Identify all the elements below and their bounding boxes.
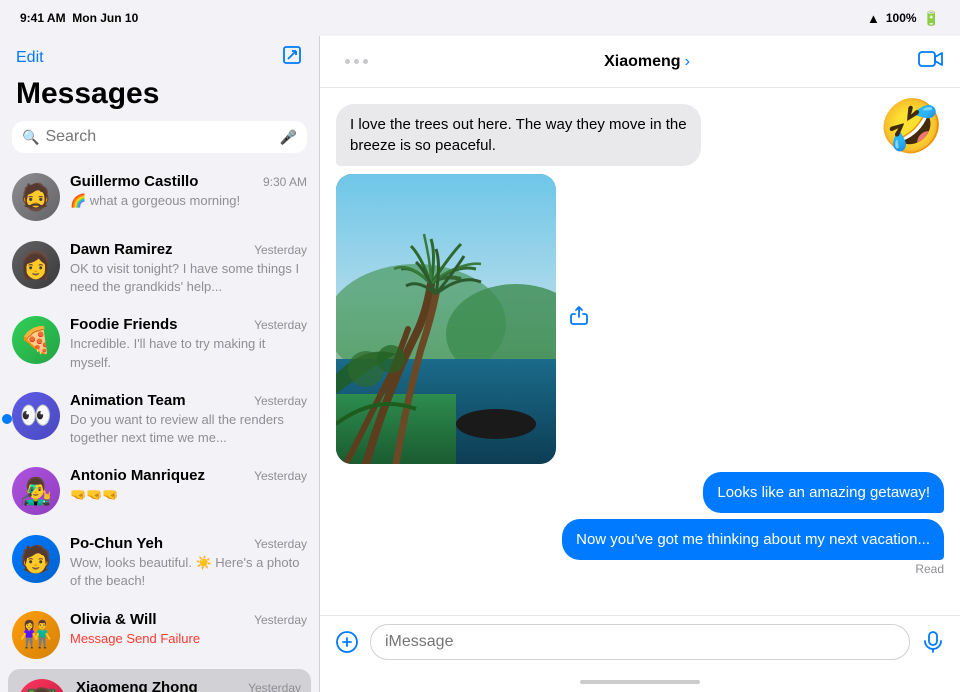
conv-time: Yesterday <box>254 318 307 332</box>
video-call-button[interactable] <box>918 49 944 75</box>
message-image-container <box>336 174 556 464</box>
conv-name: Xiaomeng Zhong <box>76 679 198 692</box>
conv-preview: 🌈 what a gorgeous morning! <box>70 192 307 210</box>
conv-name: Guillermo Castillo <box>70 173 198 190</box>
conv-preview: 🤜🤜🤜 <box>70 486 307 504</box>
conv-content: Foodie Friends Yesterday Incredible. I'l… <box>70 316 307 371</box>
conv-content: Guillermo Castillo 9:30 AM 🌈 what a gorg… <box>70 173 307 210</box>
avatar: 🧔 <box>12 173 60 221</box>
message-bubble: Looks like an amazing getaway! <box>703 472 944 513</box>
home-indicator <box>320 672 960 692</box>
list-item[interactable]: 👩 Dawn Ramirez Yesterday OK to visit ton… <box>0 231 319 306</box>
conv-name: Po-Chun Yeh <box>70 535 163 552</box>
conv-preview: OK to visit tonight? I have some things … <box>70 260 307 296</box>
sidebar: Edit Messages 🔍 🎤 🧔 <box>0 36 320 692</box>
message-input[interactable] <box>370 624 910 660</box>
conv-content: Olivia & Will Yesterday Message Send Fai… <box>70 611 307 648</box>
conv-name: Antonio Manriquez <box>70 467 205 484</box>
conversation-list: 🧔 Guillermo Castillo 9:30 AM 🌈 what a go… <box>0 163 319 692</box>
add-attachment-button[interactable] <box>332 627 362 657</box>
message-bubble: I love the trees out here. The way they … <box>336 104 701 166</box>
conv-time: Yesterday <box>254 243 307 257</box>
conv-preview: Incredible. I'll have to try making it m… <box>70 335 307 371</box>
battery-level: 100% <box>886 11 917 25</box>
conv-preview: Do you want to review all the renders to… <box>70 411 307 447</box>
header-dot <box>354 59 359 64</box>
list-item[interactable]: 👫 Olivia & Will Yesterday Message Send F… <box>0 601 319 669</box>
sidebar-header: Edit <box>0 36 319 75</box>
reaction-emoji: 🤣 <box>879 96 944 157</box>
status-time: 9:41 AM Mon Jun 10 <box>20 11 138 25</box>
compose-button[interactable] <box>281 44 303 71</box>
list-item-active[interactable]: 👩‍💻 Xiaomeng Zhong Yesterday Now you've … <box>8 669 311 692</box>
conv-preview: Message Send Failure <box>70 630 307 648</box>
conv-time: Yesterday <box>254 394 307 408</box>
conv-preview: Wow, looks beautiful. ☀️ Here's a photo … <box>70 554 307 590</box>
search-bar[interactable]: 🔍 🎤 <box>12 121 307 153</box>
header-dot <box>345 59 350 64</box>
chat-messages: 🤣 I love the trees out here. The way the… <box>320 88 960 615</box>
conv-content: Animation Team Yesterday Do you want to … <box>70 392 307 447</box>
conv-time: 9:30 AM <box>263 175 307 189</box>
list-item[interactable]: 🍕 Foodie Friends Yesterday Incredible. I… <box>0 306 319 381</box>
avatar: 👀 <box>12 392 60 440</box>
message-sent: Looks like an amazing getaway! <box>703 472 944 513</box>
conv-content: Xiaomeng Zhong Yesterday Now you've got … <box>76 679 301 692</box>
conv-content: Po-Chun Yeh Yesterday Wow, looks beautif… <box>70 535 307 590</box>
message-received: I love the trees out here. The way they … <box>336 104 701 166</box>
conv-time: Yesterday <box>254 469 307 483</box>
conv-time: Yesterday <box>248 681 301 692</box>
avatar: 👩 <box>12 241 60 289</box>
avatar: 🧑 <box>12 535 60 583</box>
unread-indicator <box>2 414 12 424</box>
mic-button[interactable] <box>918 627 948 657</box>
status-indicators: ▲ 100% 🔋 <box>867 10 940 27</box>
wifi-icon: ▲ <box>867 11 880 26</box>
chevron-icon: › <box>685 53 690 71</box>
list-item[interactable]: 🧔 Guillermo Castillo 9:30 AM 🌈 what a go… <box>0 163 319 231</box>
chat-header: Xiaomeng › <box>320 36 960 88</box>
header-dots <box>336 59 376 64</box>
avatar: 👨‍🎤 <box>12 467 60 515</box>
message-bubble: Now you've got me thinking about my next… <box>562 519 944 560</box>
message-image[interactable] <box>336 174 556 464</box>
conv-time: Yesterday <box>254 613 307 627</box>
conv-name: Dawn Ramirez <box>70 241 173 258</box>
chat-area: Xiaomeng › 🤣 I love the trees out here. … <box>320 36 960 692</box>
battery-icon: 🔋 <box>923 10 940 27</box>
conv-content: Dawn Ramirez Yesterday OK to visit tonig… <box>70 241 307 296</box>
mic-icon: 🎤 <box>280 129 297 146</box>
home-bar <box>580 680 700 684</box>
list-item[interactable]: 🧑 Po-Chun Yeh Yesterday Wow, looks beaut… <box>0 525 319 600</box>
conv-name: Animation Team <box>70 392 186 409</box>
header-dot <box>363 59 368 64</box>
search-input[interactable] <box>45 128 273 146</box>
chat-contact-name: Xiaomeng <box>604 53 680 71</box>
list-item[interactable]: 👀 Animation Team Yesterday Do you want t… <box>0 382 319 457</box>
conv-name: Olivia & Will <box>70 611 157 628</box>
read-receipt: Read <box>915 562 944 576</box>
avatar: 👫 <box>12 611 60 659</box>
search-icon: 🔍 <box>22 129 39 146</box>
conv-content: Antonio Manriquez Yesterday 🤜🤜🤜 <box>70 467 307 504</box>
edit-button[interactable]: Edit <box>16 49 44 67</box>
input-bar <box>320 615 960 672</box>
list-item[interactable]: 👨‍🎤 Antonio Manriquez Yesterday 🤜🤜🤜 <box>0 457 319 525</box>
avatar: 🍕 <box>12 316 60 364</box>
message-sent-last: Now you've got me thinking about my next… <box>562 519 944 560</box>
chat-name-wrap[interactable]: Xiaomeng › <box>376 53 918 71</box>
share-button[interactable] <box>568 305 590 333</box>
status-bar: 9:41 AM Mon Jun 10 ▲ 100% 🔋 <box>0 0 960 36</box>
conv-name: Foodie Friends <box>70 316 178 333</box>
conv-time: Yesterday <box>254 537 307 551</box>
avatar: 👩‍💻 <box>18 679 66 692</box>
app-container: Edit Messages 🔍 🎤 🧔 <box>0 36 960 692</box>
sidebar-title: Messages <box>0 75 319 121</box>
sent-message-group: Looks like an amazing getaway! Now you'v… <box>336 472 944 576</box>
